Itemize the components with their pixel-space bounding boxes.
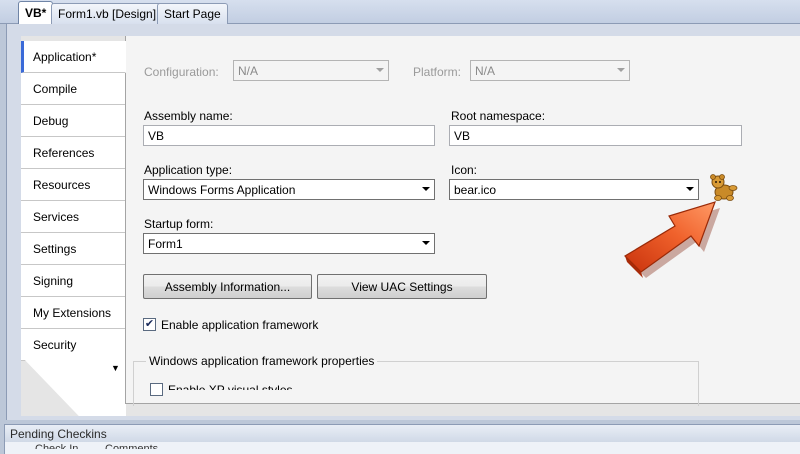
- pointer-arrow-icon: [624, 201, 720, 278]
- configuration-value: N/A: [238, 64, 259, 78]
- nav-tab-resources[interactable]: Resources: [21, 169, 126, 201]
- document-tab-strip: VB* Form1.vb [Design] Start Page: [0, 0, 800, 25]
- pending-checkins-panel: Pending Checkins Check In Comments: [4, 424, 800, 454]
- nav-tab-compile[interactable]: Compile: [21, 73, 126, 105]
- platform-label: Platform:: [413, 65, 462, 79]
- assembly-name-label: Assembly name:: [144, 109, 233, 123]
- assembly-information-button[interactable]: Assembly Information...: [143, 274, 312, 299]
- nav-scroll-down-icon[interactable]: ▼: [111, 363, 120, 373]
- icon-label: Icon:: [451, 163, 478, 177]
- enable-framework-label: Enable application framework: [161, 318, 319, 332]
- platform-dropdown[interactable]: N/A: [470, 60, 630, 81]
- tab-vb-project[interactable]: VB*: [18, 1, 54, 25]
- configuration-dropdown[interactable]: N/A: [233, 60, 389, 81]
- pending-checkins-toolbar: Check In Comments: [5, 442, 800, 454]
- platform-value: N/A: [475, 64, 496, 78]
- nav-tab-settings[interactable]: Settings: [21, 233, 126, 265]
- chevron-down-icon: [376, 68, 384, 72]
- application-type-label: Application type:: [144, 163, 233, 177]
- nav-tab-signing[interactable]: Signing: [21, 265, 126, 297]
- nav-tab-my-extensions[interactable]: My Extensions: [21, 297, 126, 329]
- nav-tab-references[interactable]: References: [21, 137, 126, 169]
- startup-form-value: Form1: [148, 237, 183, 251]
- nav-tab-debug[interactable]: Debug: [21, 105, 126, 137]
- chevron-down-icon: [422, 241, 430, 245]
- chevron-down-icon: [617, 68, 625, 72]
- chevron-down-icon: [686, 187, 694, 191]
- pending-checkins-title: Pending Checkins: [5, 425, 800, 442]
- view-uac-settings-button[interactable]: View UAC Settings: [317, 274, 487, 299]
- tab-form1-designer[interactable]: Form1.vb [Design]: [51, 3, 164, 24]
- assembly-name-field[interactable]: VB: [143, 125, 435, 146]
- configuration-label: Configuration:: [144, 65, 219, 79]
- root-namespace-label: Root namespace:: [451, 109, 546, 123]
- chevron-down-icon: [422, 187, 430, 191]
- application-type-value: Windows Forms Application: [148, 183, 296, 197]
- comments-button[interactable]: Comments: [105, 443, 158, 449]
- icon-value: bear.ico: [454, 183, 497, 197]
- startup-form-dropdown[interactable]: Form1: [143, 233, 435, 254]
- nav-tab-application[interactable]: Application*: [21, 41, 126, 73]
- root-namespace-field[interactable]: VB: [449, 125, 742, 146]
- application-type-dropdown[interactable]: Windows Forms Application: [143, 179, 435, 200]
- tab-start-page[interactable]: Start Page: [157, 3, 228, 24]
- startup-form-label: Startup form:: [144, 217, 214, 231]
- framework-properties-title: Windows application framework properties: [146, 354, 378, 368]
- xp-styles-checkbox[interactable]: [150, 383, 163, 396]
- enable-framework-checkbox[interactable]: ✔: [143, 318, 156, 331]
- nav-tab-services[interactable]: Services: [21, 201, 126, 233]
- check-in-button[interactable]: Check In: [35, 443, 78, 449]
